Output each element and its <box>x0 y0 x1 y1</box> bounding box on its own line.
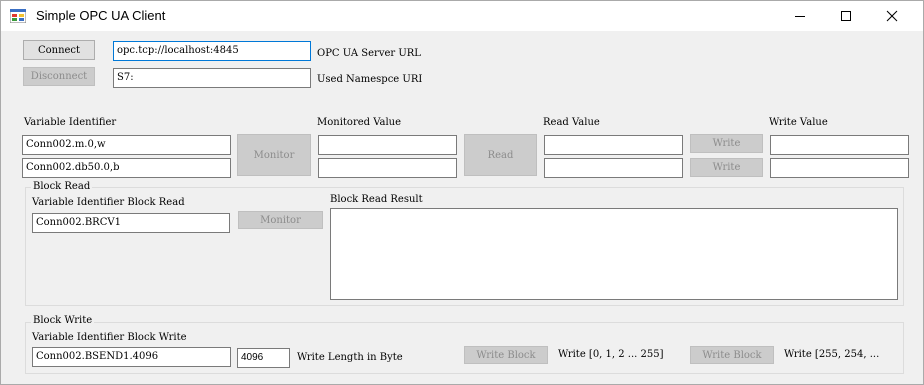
block-read-title: Block Read <box>31 181 93 192</box>
variable-identifier-input-1[interactable]: Conn002.m.0,w <box>22 135 231 155</box>
block-read-result-textarea[interactable] <box>330 208 898 300</box>
block-read-monitor-button[interactable]: Monitor <box>238 211 323 229</box>
namespace-input[interactable]: S7: <box>113 68 311 88</box>
disconnect-button[interactable]: Disconnect <box>23 67 95 86</box>
window-title: Simple OPC UA Client <box>36 8 166 23</box>
read-value-field-2[interactable] <box>544 158 683 178</box>
monitored-value-field-2[interactable] <box>318 158 457 178</box>
read-value-field-1[interactable] <box>544 135 683 155</box>
server-url-label: OPC UA Server URL <box>317 48 421 59</box>
block-read-identifier-input[interactable]: Conn002.BRCV1 <box>32 213 230 233</box>
write-value-header: Write Value <box>769 117 828 128</box>
write-button-2[interactable]: Write <box>690 158 763 177</box>
write-descending-text: Write [255, 254, ... <box>784 349 880 360</box>
write-ascending-text: Write [0, 1, 2 ... 255] <box>558 349 664 360</box>
write-value-input-1[interactable] <box>770 135 909 155</box>
maximize-icon <box>841 11 851 21</box>
app-window: Simple OPC UA Client Connect Disconnect … <box>0 0 924 385</box>
close-button[interactable] <box>869 1 915 31</box>
close-icon <box>886 10 898 22</box>
write-block-button-ascending[interactable]: Write Block <box>464 346 548 364</box>
read-button[interactable]: Read <box>464 134 537 176</box>
monitored-value-header: Monitored Value <box>317 117 402 128</box>
namespace-label: Used Namespce URI <box>317 74 423 85</box>
minimize-icon <box>795 16 805 17</box>
block-write-identifier-label: Variable Identifier Block Write <box>32 332 187 343</box>
write-value-input-2[interactable] <box>770 158 909 178</box>
title-bar: Simple OPC UA Client <box>1 1 923 31</box>
variable-identifier-input-2[interactable]: Conn002.db50.0,b <box>22 158 231 178</box>
block-read-result-label: Block Read Result <box>330 194 423 205</box>
app-icon <box>10 9 26 23</box>
monitor-button[interactable]: Monitor <box>237 134 311 176</box>
variable-identifier-header: Variable Identifier <box>24 117 117 128</box>
read-value-header: Read Value <box>543 117 600 128</box>
write-button-1[interactable]: Write <box>690 134 763 153</box>
block-read-identifier-label: Variable Identifier Block Read <box>32 197 185 208</box>
maximize-button[interactable] <box>823 1 869 31</box>
block-write-title: Block Write <box>31 315 95 326</box>
write-length-label: Write Length in Byte <box>297 352 403 363</box>
block-write-identifier-input[interactable]: Conn002.BSEND1.4096 <box>32 347 231 367</box>
minimize-button[interactable] <box>777 1 823 31</box>
write-length-input[interactable]: 4096 <box>237 348 290 368</box>
write-block-button-descending[interactable]: Write Block <box>690 346 774 364</box>
connect-button[interactable]: Connect <box>23 40 95 60</box>
server-url-input[interactable]: opc.tcp://localhost:4845 <box>113 41 311 61</box>
monitored-value-field-1[interactable] <box>318 135 457 155</box>
